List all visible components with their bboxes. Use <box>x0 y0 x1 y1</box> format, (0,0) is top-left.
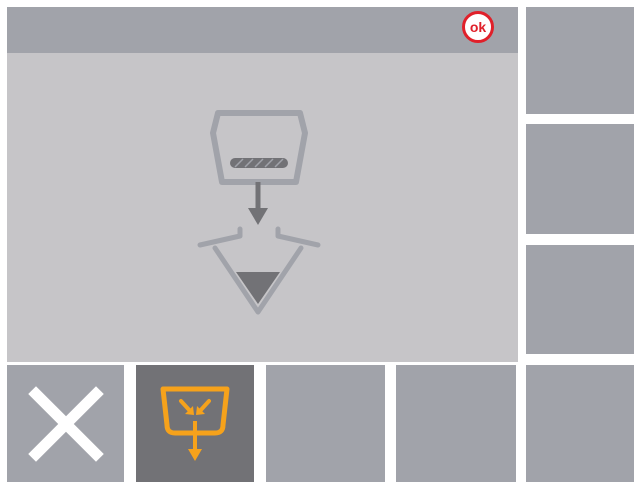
container-icon <box>210 110 308 185</box>
ok-label: ok <box>469 19 487 35</box>
bottom-button-4[interactable] <box>396 365 516 482</box>
side-button-2[interactable] <box>526 124 634 234</box>
ok-button[interactable]: ok <box>462 11 494 43</box>
fill-portafilter-to-grinder-icon <box>197 110 321 315</box>
side-button-4[interactable] <box>526 365 634 482</box>
header-bar <box>7 7 518 53</box>
funnel-icon <box>197 226 321 315</box>
bottom-button-3[interactable] <box>266 365 385 482</box>
grounds-bin-empty-icon <box>160 386 230 461</box>
empty-grounds-button[interactable] <box>136 365 254 482</box>
arrow-down-icon <box>248 182 268 225</box>
cancel-button[interactable] <box>7 365 124 482</box>
side-button-3[interactable] <box>526 245 634 354</box>
close-icon <box>27 385 104 462</box>
side-button-1[interactable] <box>526 7 634 114</box>
